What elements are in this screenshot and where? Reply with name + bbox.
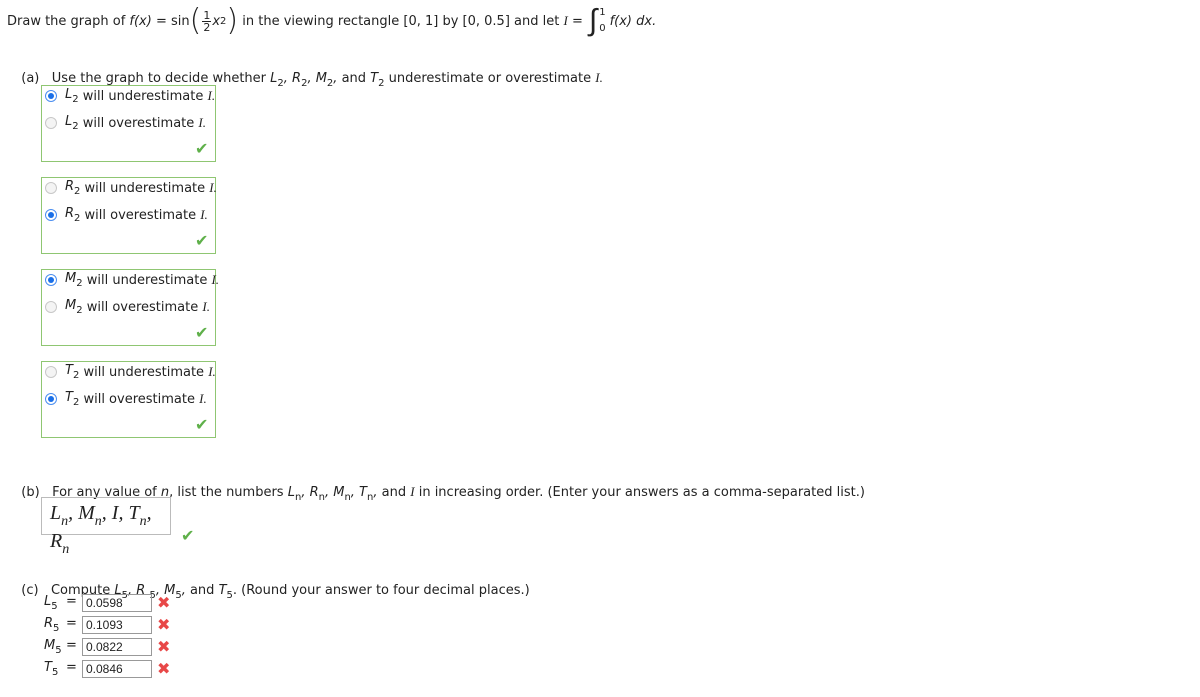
incorrect-icon: ✖ bbox=[157, 637, 171, 656]
I-symbol: I. bbox=[211, 272, 220, 287]
integral-limits: 1 0 bbox=[599, 5, 605, 37]
radio-button[interactable] bbox=[45, 90, 57, 102]
radio-option[interactable]: M2 will overestimate I. bbox=[45, 298, 210, 316]
radio-button[interactable] bbox=[45, 366, 57, 378]
upper-limit: 1 bbox=[599, 7, 606, 18]
radio-option[interactable]: R2 will overestimate I. bbox=[45, 206, 208, 224]
radio-button[interactable] bbox=[45, 393, 57, 405]
row-label: R5 bbox=[44, 616, 60, 634]
check-icon: ✔ bbox=[195, 139, 209, 158]
value-input-l5[interactable]: 0.0598 bbox=[82, 594, 152, 612]
value-input-t5[interactable]: 0.0846 bbox=[82, 660, 152, 678]
part-a-label: (a) bbox=[21, 71, 40, 86]
equals-sign: = bbox=[66, 594, 77, 609]
part-a-text: Use the graph to decide whether bbox=[51, 71, 271, 86]
integrand: f(x) dx. bbox=[609, 13, 657, 29]
radio-button[interactable] bbox=[45, 301, 57, 313]
option-symbol: L2 bbox=[65, 114, 79, 132]
equals-sign: = bbox=[66, 660, 77, 675]
part-b-and: and bbox=[377, 485, 411, 500]
row-label: T5 bbox=[44, 660, 59, 678]
check-icon: ✔ bbox=[195, 323, 209, 342]
option-label: will underestimate bbox=[78, 88, 208, 104]
I-symbol: I. bbox=[209, 180, 217, 195]
lower-limit: 0 bbox=[599, 23, 606, 34]
integral-sign: ∫ bbox=[588, 3, 598, 38]
check-icon: ✔ bbox=[195, 231, 209, 250]
statement-mid: in the viewing rectangle [0, 1] by [0, 0… bbox=[238, 13, 564, 29]
option-label: will underestimate bbox=[82, 272, 212, 288]
radio-option[interactable]: M2 will underestimate I. bbox=[45, 271, 219, 289]
option-symbol: T2 bbox=[65, 363, 80, 381]
fx-symbol: f(x) bbox=[129, 13, 152, 29]
option-symbol: R2 bbox=[65, 206, 81, 224]
check-icon: ✔ bbox=[181, 526, 195, 545]
row-label: M5 bbox=[44, 638, 62, 656]
option-symbol: T2 bbox=[65, 390, 80, 408]
radio-option[interactable]: R2 will underestimate I. bbox=[45, 179, 217, 197]
part-c-label: (c) bbox=[21, 583, 39, 598]
I-symbol: I. bbox=[208, 364, 216, 379]
I-symbol: I. bbox=[199, 391, 207, 406]
I-symbol: I. bbox=[200, 207, 208, 222]
radio-option[interactable]: T2 will overestimate I. bbox=[45, 390, 207, 408]
option-label: will overestimate bbox=[79, 391, 200, 407]
statement-text: Draw the graph of bbox=[7, 13, 130, 29]
frac-den: 2 bbox=[203, 20, 211, 34]
equals-sign: = bbox=[66, 638, 77, 653]
order-answer-field[interactable]: Ln, Mn, I, Tn, Rn bbox=[41, 497, 171, 557]
incorrect-icon: ✖ bbox=[157, 615, 171, 634]
check-icon: ✔ bbox=[195, 415, 209, 434]
option-label: will overestimate bbox=[80, 207, 201, 223]
radio-option[interactable]: L2 will overestimate I. bbox=[45, 114, 206, 132]
problem-statement: Draw the graph of f(x) = sin ( 12 x2 ) i… bbox=[7, 6, 656, 36]
option-symbol: R2 bbox=[65, 179, 81, 197]
incorrect-icon: ✖ bbox=[157, 593, 171, 612]
equals: = bbox=[567, 13, 587, 29]
radio-button[interactable] bbox=[45, 209, 57, 221]
x-var: x bbox=[212, 13, 221, 29]
radio-button[interactable] bbox=[45, 117, 57, 129]
I-symbol: I. bbox=[202, 299, 210, 314]
option-label: will underestimate bbox=[79, 364, 209, 380]
radio-option[interactable]: T2 will underestimate I. bbox=[45, 363, 216, 381]
right-paren: ) bbox=[226, 3, 239, 38]
fraction: 12 bbox=[202, 8, 212, 34]
equals-sign: = bbox=[66, 616, 77, 631]
part-c-end: . (Round your answer to four decimal pla… bbox=[232, 583, 530, 598]
part-b-end: in increasing order. (Enter your answers… bbox=[414, 485, 865, 500]
sin-text: = sin bbox=[151, 13, 190, 29]
radio-button[interactable] bbox=[45, 274, 57, 286]
option-symbol: M2 bbox=[65, 298, 83, 316]
value-input-m5[interactable]: 0.0822 bbox=[82, 638, 152, 656]
radio-button[interactable] bbox=[45, 182, 57, 194]
value-input-r5[interactable]: 0.1093 bbox=[82, 616, 152, 634]
row-label: L5 bbox=[44, 594, 58, 612]
radio-option[interactable]: L2 will underestimate I. bbox=[45, 87, 215, 105]
I-symbol: I. bbox=[207, 88, 216, 103]
option-label: will underestimate bbox=[80, 180, 210, 196]
part-a-suffix: underestimate or overestimate bbox=[384, 71, 596, 86]
option-symbol: M2 bbox=[65, 271, 83, 289]
part-b-mid: , list the numbers bbox=[169, 485, 288, 500]
option-label: will overestimate bbox=[82, 299, 203, 315]
part-b-label: (b) bbox=[21, 485, 40, 500]
I-symbol: I. bbox=[198, 115, 206, 130]
frac-num: 1 bbox=[202, 8, 212, 22]
part-a-prompt: (a) Use the graph to decide whether L2, … bbox=[21, 70, 603, 89]
I-symbol: I. bbox=[595, 70, 603, 85]
left-paren: ( bbox=[189, 3, 202, 38]
option-label: will overestimate bbox=[78, 115, 199, 131]
incorrect-icon: ✖ bbox=[157, 659, 171, 678]
option-symbol: L2 bbox=[65, 87, 79, 105]
